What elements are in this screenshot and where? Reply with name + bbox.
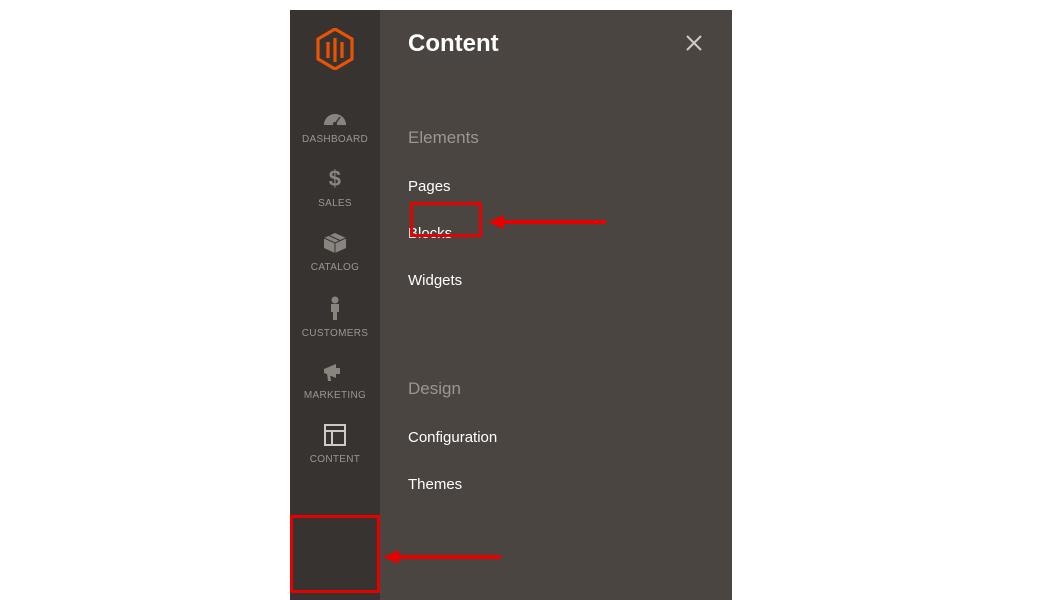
dashboard-icon [322, 111, 348, 130]
content-flyout: Content Elements Pages Blocks Widgets De… [380, 10, 732, 600]
section-header-design: Design [408, 379, 704, 399]
layout-icon [323, 423, 347, 450]
sidebar-item-label: MARKETING [304, 390, 366, 401]
section-header-elements: Elements [408, 128, 704, 148]
close-button[interactable] [684, 31, 704, 57]
sidebar-item-label: DASHBOARD [302, 134, 368, 145]
magento-logo[interactable] [316, 28, 354, 75]
megaphone-icon [322, 361, 348, 386]
main-sidebar: DASHBOARD $ SALES CATALOG [290, 10, 380, 600]
sidebar-item-customers[interactable]: CUSTOMERS [290, 285, 380, 351]
box-icon [322, 231, 348, 258]
sidebar-item-label: SALES [318, 198, 352, 209]
sidebar-item-content[interactable]: CONTENT [290, 413, 380, 477]
close-icon [684, 29, 704, 59]
person-icon [327, 295, 343, 324]
sidebar-item-label: CATALOG [311, 262, 359, 273]
menu-item-pages[interactable]: Pages [408, 178, 451, 195]
sidebar-item-label: CONTENT [310, 454, 360, 465]
sidebar-item-catalog[interactable]: CATALOG [290, 221, 380, 285]
menu-item-widgets[interactable]: Widgets [408, 272, 462, 289]
dollar-icon: $ [327, 167, 343, 194]
sidebar-item-sales[interactable]: $ SALES [290, 157, 380, 221]
menu-item-themes[interactable]: Themes [408, 476, 462, 493]
magento-logo-icon [316, 28, 354, 70]
sidebar-item-dashboard[interactable]: DASHBOARD [290, 101, 380, 157]
sidebar-item-label: CUSTOMERS [302, 328, 368, 339]
menu-item-blocks[interactable]: Blocks [408, 225, 452, 242]
sidebar-item-marketing[interactable]: MARKETING [290, 351, 380, 413]
menu-item-configuration[interactable]: Configuration [408, 429, 497, 446]
svg-text:$: $ [329, 167, 342, 191]
admin-panel: DASHBOARD $ SALES CATALOG [290, 10, 732, 600]
flyout-header: Content [408, 30, 704, 58]
flyout-title: Content [408, 30, 499, 58]
